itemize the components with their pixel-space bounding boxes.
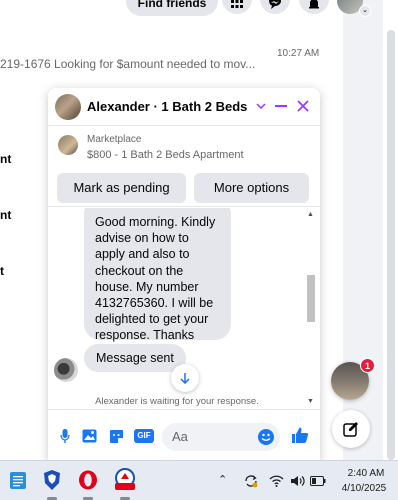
bell-icon <box>309 0 319 9</box>
volume-icon[interactable] <box>289 473 305 489</box>
compose-icon <box>343 422 358 437</box>
scroll-to-bottom-button[interactable] <box>171 364 199 392</box>
marketplace-label: Marketplace <box>87 134 142 145</box>
unread-badge: 1 <box>360 358 375 373</box>
sync-icon[interactable] <box>243 473 259 489</box>
notifications-button[interactable] <box>299 0 329 14</box>
chevron-down-icon[interactable]: ⌄ <box>359 5 371 17</box>
messenger-button[interactable] <box>260 0 290 14</box>
brave-icon[interactable] <box>40 468 64 492</box>
marketplace-listing: Marketplace $800 - 1 Bath 2 Beds Apartme… <box>48 127 320 207</box>
waiting-notice: Alexander is waiting for your response. <box>95 396 259 407</box>
clock-date[interactable]: 4/10/2025 <box>332 483 396 494</box>
chevron-down-icon[interactable] <box>251 96 271 116</box>
photo-icon[interactable] <box>81 428 97 444</box>
scroll-up-arrow-icon[interactable]: ▲ <box>307 211 314 218</box>
find-friends-button[interactable]: Find friends <box>126 0 218 16</box>
listing-thumbnail[interactable] <box>58 135 78 155</box>
message-bubble[interactable]: Good morning. Kindly advise on how to ap… <box>84 208 231 342</box>
mark-as-pending-button[interactable]: Mark as pending <box>57 173 186 203</box>
background-text-fragment: nt <box>0 208 12 222</box>
menu-button[interactable] <box>222 0 252 14</box>
scroll-down-arrow-icon[interactable]: ▼ <box>307 398 314 405</box>
clock-time[interactable]: 2:40 AM <box>336 468 396 479</box>
message-bubble[interactable]: Message sent <box>84 344 186 372</box>
gif-icon[interactable]: GIF <box>134 428 154 444</box>
sticker-icon[interactable] <box>108 428 124 444</box>
sender-avatar[interactable] <box>54 358 78 382</box>
minimize-icon[interactable] <box>271 96 291 116</box>
battery-icon[interactable] <box>310 473 326 489</box>
background-text-fragment: nt <box>0 152 12 166</box>
notepad-icon[interactable] <box>6 468 30 492</box>
more-options-button[interactable]: More options <box>194 173 309 203</box>
message-scrollbar-thumb[interactable] <box>307 275 315 322</box>
chat-window: Alexander · 1 Bath 2 Beds ... Marketplac… <box>48 88 320 460</box>
taskbar: ⌃ 2:40 AM 4/10/2025 <box>0 460 398 500</box>
microphone-icon[interactable] <box>57 428 73 444</box>
like-icon[interactable] <box>291 426 309 444</box>
conversation-time: 10:27 AM <box>277 48 320 59</box>
app-icon[interactable] <box>110 468 140 492</box>
conversation-preview[interactable]: 219-1676 Looking for $amount needed to m… <box>0 57 255 71</box>
contact-avatar[interactable] <box>55 94 81 120</box>
page-scrollbar[interactable] <box>387 30 395 460</box>
arrow-down-icon <box>180 373 190 384</box>
top-bar: Find friends ⌄ <box>0 0 398 18</box>
message-list[interactable]: Good morning. Kindly advise on how to ap… <box>48 208 320 408</box>
grid-icon <box>231 0 243 8</box>
background-text-fragment: t <box>0 264 4 278</box>
chat-title[interactable]: Alexander · 1 Bath 2 Beds ... <box>87 99 247 114</box>
wifi-icon[interactable] <box>268 473 284 489</box>
messenger-icon <box>269 0 281 9</box>
chevron-up-icon[interactable]: ⌃ <box>218 473 227 486</box>
new-message-button[interactable] <box>332 410 370 448</box>
opera-icon[interactable] <box>76 468 100 492</box>
gif-label: GIF <box>134 429 154 443</box>
message-composer: GIF Aa <box>48 409 320 460</box>
emoji-icon[interactable] <box>258 429 274 445</box>
chat-header[interactable]: Alexander · 1 Bath 2 Beds ... <box>48 88 320 126</box>
listing-title[interactable]: $800 - 1 Bath 2 Beds Apartment <box>87 149 244 161</box>
close-icon[interactable] <box>293 96 313 116</box>
